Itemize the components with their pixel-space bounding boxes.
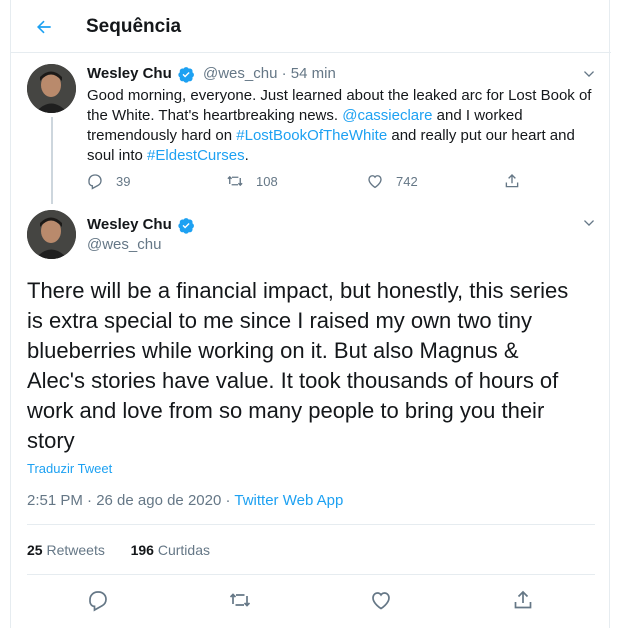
reply-icon[interactable]: [86, 588, 110, 612]
hashtag-link[interactable]: #EldestCurses: [147, 147, 245, 164]
avatar[interactable]: [27, 210, 76, 259]
page-title: Sequência: [86, 16, 182, 37]
likes-count: 196: [130, 542, 154, 558]
tweet-line: story: [27, 428, 75, 453]
text-segment: Good morning, everyone. Just learned abo…: [87, 87, 592, 104]
reply-button[interactable]: 39: [86, 172, 130, 190]
like-icon[interactable]: [369, 588, 393, 612]
divider: [27, 524, 595, 525]
retweets-label: Retweets: [46, 542, 105, 558]
tweet-line: soul into #EldestCurses.: [87, 146, 597, 166]
mention-link[interactable]: @cassieclare: [342, 107, 432, 124]
likes-label: Curtidas: [157, 542, 210, 558]
page-header: Sequência: [11, 0, 611, 53]
tweet-line: is extra special to me since I raised my…: [27, 308, 532, 333]
reply-count: 39: [116, 173, 131, 189]
translate-tweet-link[interactable]: Traduzir Tweet: [27, 461, 112, 476]
engagement-stats: 25 Retweets 196 Curtidas: [27, 542, 210, 558]
conversation-panel: Sequência Wesley Chu @wes_chu · 54 min G…: [10, 0, 611, 628]
author-handle[interactable]: @wes_chu: [203, 65, 277, 82]
like-count: 742: [396, 173, 418, 189]
tweet-line: blueberries while working on it. But als…: [27, 338, 519, 363]
tweet-time[interactable]: 54 min: [291, 65, 336, 82]
text-segment: and I worked: [432, 107, 523, 124]
source-app-link[interactable]: Twitter Web App: [234, 492, 343, 509]
hashtag-link[interactable]: #LostBookOfTheWhite: [236, 127, 387, 144]
author-handle[interactable]: @wes_chu: [87, 236, 161, 253]
chevron-down-icon[interactable]: [581, 215, 597, 231]
verified-badge-icon: [178, 67, 194, 83]
thread-connector: [51, 117, 53, 204]
tweet-line: work and love from so many people to bri…: [27, 398, 545, 423]
tweet-text: Good morning, everyone. Just learned abo…: [87, 86, 597, 166]
retweet-icon[interactable]: [228, 588, 252, 612]
tweet-line: the White. That's heartbreaking news. @c…: [87, 106, 597, 126]
like-icon: [368, 175, 382, 189]
reply-icon: [88, 174, 102, 190]
tweet-text: There will be a financial impact, but ho…: [27, 276, 599, 456]
share-icon: [505, 174, 519, 188]
retweets-stat[interactable]: 25 Retweets: [27, 542, 105, 558]
author-name[interactable]: Wesley Chu: [87, 65, 172, 82]
tweet-timestamp[interactable]: 2:51 PM · 26 de ago de 2020 ·: [27, 492, 234, 509]
tweet-line: tremendously hard on #LostBookOfTheWhite…: [87, 126, 597, 146]
divider: [27, 574, 595, 575]
avatar[interactable]: [27, 64, 76, 113]
like-button[interactable]: 742: [366, 172, 418, 190]
text-segment: .: [244, 147, 249, 164]
retweet-button[interactable]: 108: [226, 172, 278, 190]
back-button[interactable]: [29, 12, 59, 42]
text-segment: and really put our heart and: [387, 127, 575, 144]
share-button[interactable]: [503, 172, 521, 190]
author-name[interactable]: Wesley Chu: [87, 216, 172, 233]
text-segment: the White. That's heartbreaking news.: [87, 107, 343, 124]
meta-separator: ·: [281, 65, 287, 82]
back-arrow-icon: [37, 20, 51, 34]
chevron-down-icon[interactable]: [581, 66, 597, 82]
share-icon[interactable]: [511, 588, 535, 612]
retweet-count: 108: [256, 173, 278, 189]
tweet-metadata: 2:51 PM · 26 de ago de 2020 · Twitter We…: [27, 492, 343, 509]
tweet-line: Alec's stories have value. It took thous…: [27, 368, 559, 393]
retweets-count: 25: [27, 542, 43, 558]
text-segment: tremendously hard on: [87, 127, 237, 144]
retweet-icon: [227, 175, 243, 187]
tweet-line: There will be a financial impact, but ho…: [27, 278, 569, 303]
tweet-line: Good morning, everyone. Just learned abo…: [87, 86, 597, 106]
likes-stat[interactable]: 196 Curtidas: [131, 542, 210, 558]
text-segment: soul into: [87, 147, 148, 164]
verified-badge-icon: [178, 218, 194, 234]
